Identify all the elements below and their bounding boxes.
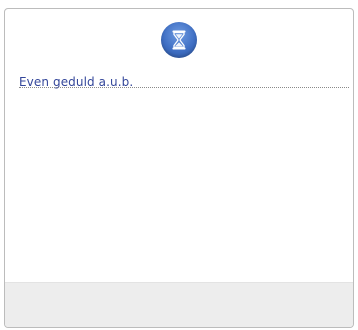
divider xyxy=(19,87,349,88)
dialog-footer xyxy=(5,282,353,327)
hourglass-icon xyxy=(161,22,197,58)
wait-dialog: Even geduld a.u.b. xyxy=(4,8,354,328)
